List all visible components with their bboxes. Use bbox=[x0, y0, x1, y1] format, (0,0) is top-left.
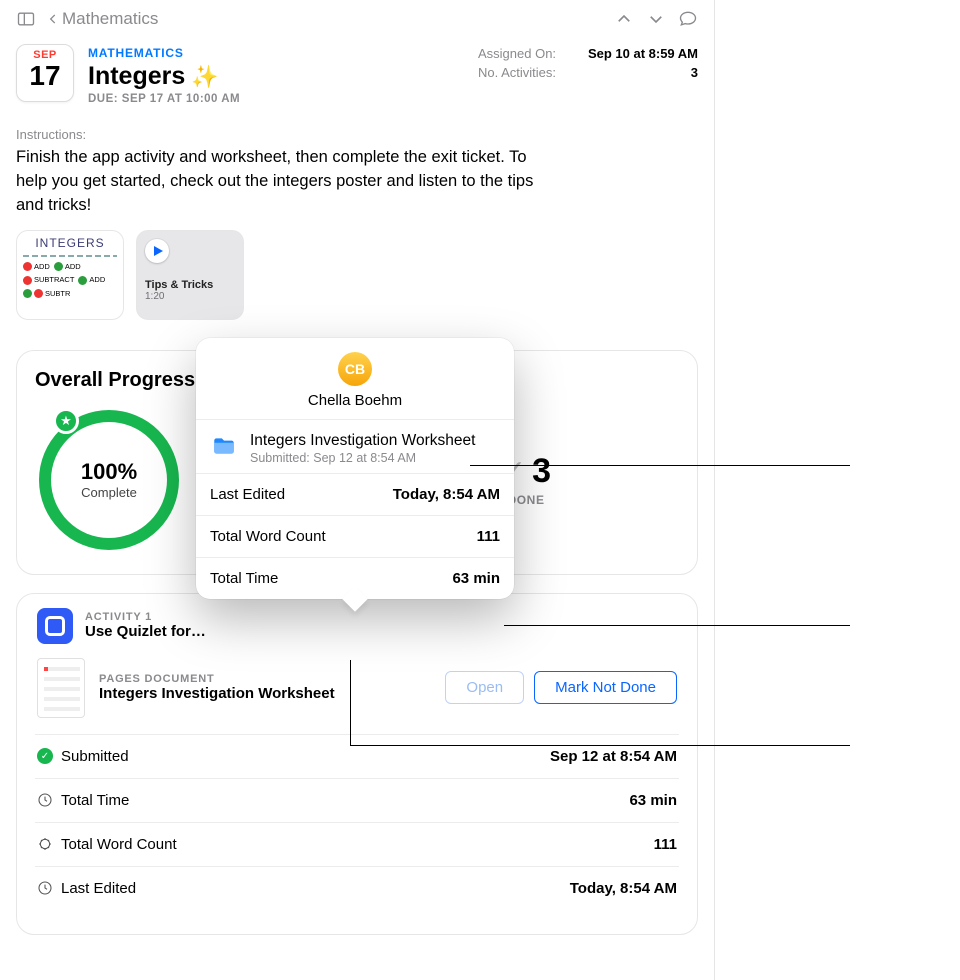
clock-icon bbox=[37, 792, 53, 808]
mark-not-done-button[interactable]: Mark Not Done bbox=[534, 671, 677, 704]
media-duration: 1:20 bbox=[145, 291, 235, 302]
popover-file-sub: Submitted: Sep 12 at 8:54 AM bbox=[250, 451, 475, 465]
document-eyebrow: PAGES DOCUMENT bbox=[99, 673, 431, 685]
activity-eyebrow: ACTIVITY 1 bbox=[85, 611, 206, 623]
messages-icon[interactable] bbox=[676, 7, 700, 31]
assignment-header: SEP 17 MATHEMATICS Integers ✨ DUE: SEP 1… bbox=[0, 38, 714, 105]
sparkles-icon: ✨ bbox=[191, 64, 218, 90]
attachment-poster[interactable]: INTEGERS ADD ADD SUBTRACT ADD SUBTR bbox=[16, 230, 124, 320]
popover-row-value: 111 bbox=[477, 528, 500, 545]
subject-tag: MATHEMATICS bbox=[88, 46, 240, 60]
student-name: Chella Boehm bbox=[308, 392, 402, 409]
callout-line bbox=[350, 660, 351, 745]
callout-line bbox=[470, 465, 850, 466]
poster-title: INTEGERS bbox=[17, 231, 123, 250]
play-icon[interactable] bbox=[145, 239, 169, 263]
callout-line bbox=[350, 745, 850, 746]
back-button[interactable]: Mathematics bbox=[46, 9, 158, 29]
popover-row-last-edited: Last Edited Today, 8:54 AM bbox=[196, 473, 514, 515]
toolbar: Mathematics bbox=[0, 0, 714, 38]
popover-row-label: Last Edited bbox=[210, 486, 285, 503]
popover-file-row[interactable]: Integers Investigation Worksheet Submitt… bbox=[196, 420, 514, 473]
progress-ring: ★ 100% Complete bbox=[39, 410, 179, 550]
activities-label: No. Activities: bbox=[478, 65, 556, 80]
popover-file-title: Integers Investigation Worksheet bbox=[250, 432, 475, 450]
popover-row-value: Today, 8:54 AM bbox=[393, 486, 500, 503]
activity-card: ACTIVITY 1 Use Quizlet for… PAGES DOCUME… bbox=[16, 593, 698, 935]
document-title: Integers Investigation Worksheet bbox=[99, 685, 431, 702]
activities-value: 3 bbox=[691, 65, 698, 80]
media-title: Tips & Tricks bbox=[145, 279, 235, 291]
assignment-meta: Assigned On: Sep 10 at 8:59 AM No. Activ… bbox=[478, 44, 698, 105]
open-button[interactable]: Open bbox=[445, 671, 524, 704]
popover-row-total-time: Total Time 63 min bbox=[196, 557, 514, 599]
clock-icon bbox=[37, 880, 53, 896]
quizlet-app-icon bbox=[37, 608, 73, 644]
popover-row-word-count: Total Word Count 111 bbox=[196, 515, 514, 557]
app-window: Mathematics SEP 17 MATHEMATICS Integers … bbox=[0, 0, 715, 980]
prev-icon[interactable] bbox=[612, 7, 636, 31]
kv-label: Total Time bbox=[61, 792, 129, 809]
kv-total-time: Total Time 63 min bbox=[35, 778, 679, 822]
kv-label: Submitted bbox=[61, 748, 129, 765]
assigned-value: Sep 10 at 8:59 AM bbox=[588, 46, 698, 61]
popover-row-label: Total Word Count bbox=[210, 528, 326, 545]
kv-label: Total Word Count bbox=[61, 836, 177, 853]
star-icon: ★ bbox=[53, 408, 79, 434]
assignment-title: Integers bbox=[88, 62, 185, 91]
instructions-text: Finish the app activity and worksheet, t… bbox=[0, 146, 560, 218]
assigned-label: Assigned On: bbox=[478, 46, 556, 61]
kv-word-count: Total Word Count 111 bbox=[35, 822, 679, 866]
stat-done-count: 3 bbox=[532, 452, 551, 491]
kv-label: Last Edited bbox=[61, 880, 136, 897]
badge-icon bbox=[37, 836, 53, 852]
next-icon[interactable] bbox=[644, 7, 668, 31]
document-row: PAGES DOCUMENT Integers Investigation Wo… bbox=[35, 658, 679, 734]
calendar-day: 17 bbox=[17, 61, 73, 92]
attachments-row: INTEGERS ADD ADD SUBTRACT ADD SUBTR Tips… bbox=[0, 218, 714, 350]
back-label: Mathematics bbox=[62, 9, 158, 29]
kv-value: 111 bbox=[654, 836, 677, 853]
progress-percent: 100% bbox=[81, 459, 137, 485]
progress-percent-label: Complete bbox=[81, 485, 137, 500]
calendar-month: SEP bbox=[17, 45, 73, 61]
kv-last-edited: Last Edited Today, 8:54 AM bbox=[35, 866, 679, 910]
kv-value: Today, 8:54 AM bbox=[570, 880, 677, 897]
popover-row-value: 63 min bbox=[452, 570, 500, 587]
instructions-label: Instructions: bbox=[0, 105, 714, 146]
avatar: CB bbox=[338, 352, 372, 386]
kv-value: 63 min bbox=[629, 792, 677, 809]
calendar-icon: SEP 17 bbox=[16, 44, 74, 102]
sidebar-toggle-icon[interactable] bbox=[14, 7, 38, 31]
kv-submitted: ✓ Submitted Sep 12 at 8:54 AM bbox=[35, 734, 679, 778]
student-popover: CB Chella Boehm Integers Investigation W… bbox=[196, 338, 514, 599]
document-thumbnail[interactable] bbox=[37, 658, 85, 718]
attachment-audio[interactable]: Tips & Tricks 1:20 bbox=[136, 230, 244, 320]
popover-row-label: Total Time bbox=[210, 570, 278, 587]
check-circle-icon: ✓ bbox=[37, 748, 53, 764]
callout-line bbox=[504, 625, 850, 626]
kv-value: Sep 12 at 8:54 AM bbox=[550, 748, 677, 765]
files-app-icon bbox=[210, 432, 238, 460]
activity-title: Use Quizlet for… bbox=[85, 623, 206, 640]
due-date: DUE: SEP 17 AT 10:00 AM bbox=[88, 93, 240, 105]
